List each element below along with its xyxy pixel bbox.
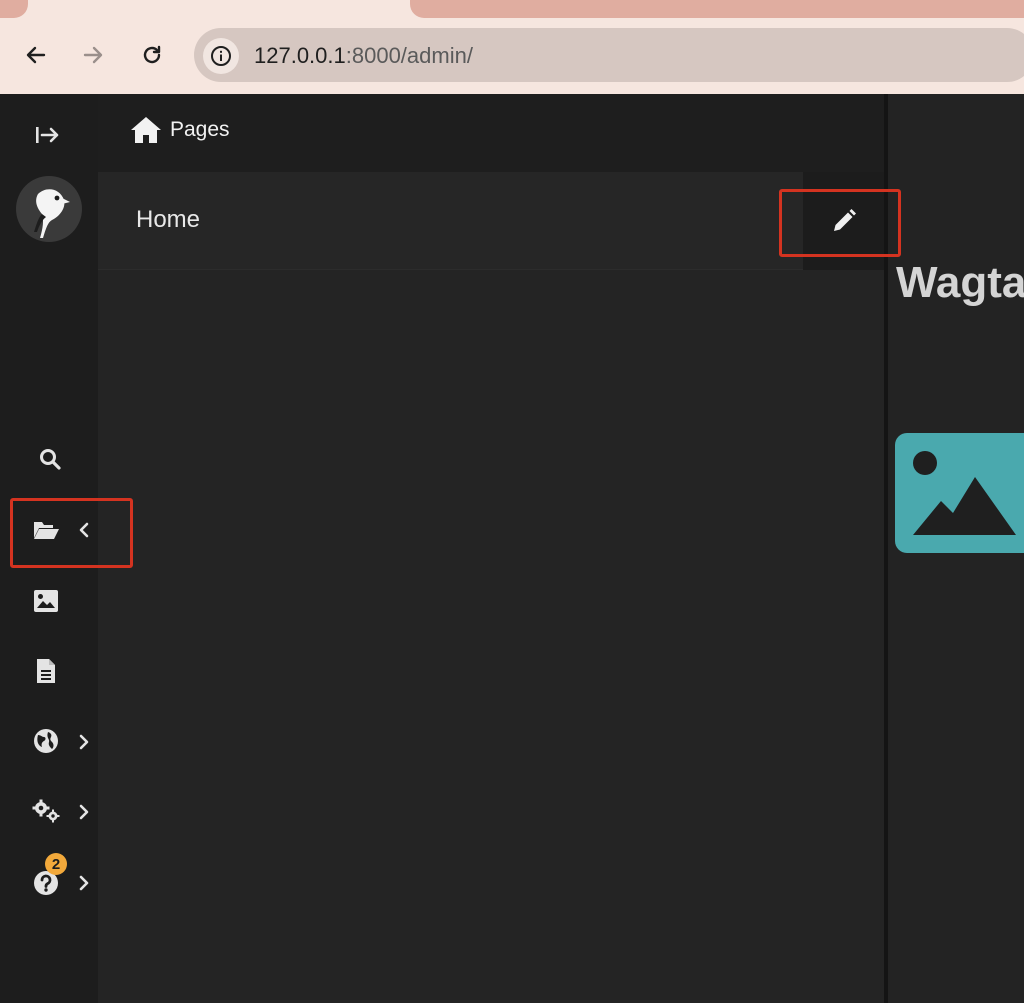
- image-icon: [34, 590, 58, 612]
- main-content: Wagta: [888, 94, 1024, 1003]
- edit-home-button[interactable]: [803, 172, 884, 270]
- breadcrumb[interactable]: Pages: [130, 116, 230, 144]
- sites-expand-chevron[interactable]: [74, 730, 94, 754]
- chevron-right-icon: [79, 804, 89, 820]
- url-host: 127.0.0.1: [254, 43, 346, 68]
- pencil-icon: [833, 209, 856, 231]
- reload-icon: [143, 45, 161, 64]
- back-button[interactable]: [19, 38, 53, 72]
- sidebar: 2: [0, 94, 98, 1003]
- chevron-right-icon: [79, 734, 89, 750]
- folder-open-icon: [34, 522, 59, 539]
- site-info-button[interactable]: [203, 38, 239, 74]
- forward-button[interactable]: [76, 38, 110, 72]
- home-page-label[interactable]: Home: [136, 206, 200, 234]
- pages-collapse-chevron[interactable]: [74, 518, 94, 542]
- chevron-right-icon: [79, 875, 89, 891]
- chevron-left-icon: [79, 522, 89, 538]
- home-icon: [131, 117, 161, 143]
- help-notification-badge: 2: [45, 853, 67, 875]
- url-text[interactable]: 127.0.0.1:8000/admin/: [254, 42, 473, 70]
- globe-icon: [34, 729, 58, 753]
- pages-menu-button[interactable]: [26, 512, 66, 548]
- image-icon: [913, 451, 1016, 535]
- explorer-header: Pages: [98, 94, 884, 172]
- expand-right-icon: [36, 127, 59, 143]
- tab-left[interactable]: [0, 0, 28, 18]
- settings-expand-chevron[interactable]: [74, 800, 94, 824]
- settings-menu-button[interactable]: [26, 794, 66, 828]
- wagtail-admin: 2 Pages Home Wagta: [0, 94, 1024, 1003]
- collapse-sidebar-button[interactable]: [30, 120, 66, 150]
- tab-right[interactable]: [410, 0, 1024, 18]
- tab-strip: [0, 0, 1024, 18]
- arrow-left-icon: [26, 46, 46, 64]
- help-expand-chevron[interactable]: [74, 871, 94, 895]
- document-icon: [37, 659, 55, 683]
- browser-chrome: 127.0.0.1:8000/admin/: [0, 0, 1024, 94]
- search-button[interactable]: [30, 442, 70, 476]
- page-title: Wagta: [896, 258, 1024, 307]
- images-menu-button[interactable]: [26, 584, 66, 618]
- sites-menu-button[interactable]: [26, 724, 66, 758]
- info-icon: [211, 46, 231, 66]
- url-path: :8000/admin/: [345, 43, 473, 68]
- search-icon: [40, 449, 61, 470]
- explorer-item-home[interactable]: Home: [98, 172, 884, 270]
- cogs-icon: [32, 799, 60, 823]
- wagtail-logo[interactable]: [16, 176, 82, 242]
- documents-menu-button[interactable]: [26, 654, 66, 688]
- reload-button[interactable]: [135, 38, 169, 72]
- bird-logo-icon: [34, 189, 70, 238]
- arrow-right-icon: [83, 46, 103, 64]
- images-summary-card[interactable]: [895, 433, 1024, 553]
- breadcrumb-label: Pages: [170, 118, 230, 141]
- page-explorer: Pages Home: [98, 94, 884, 1003]
